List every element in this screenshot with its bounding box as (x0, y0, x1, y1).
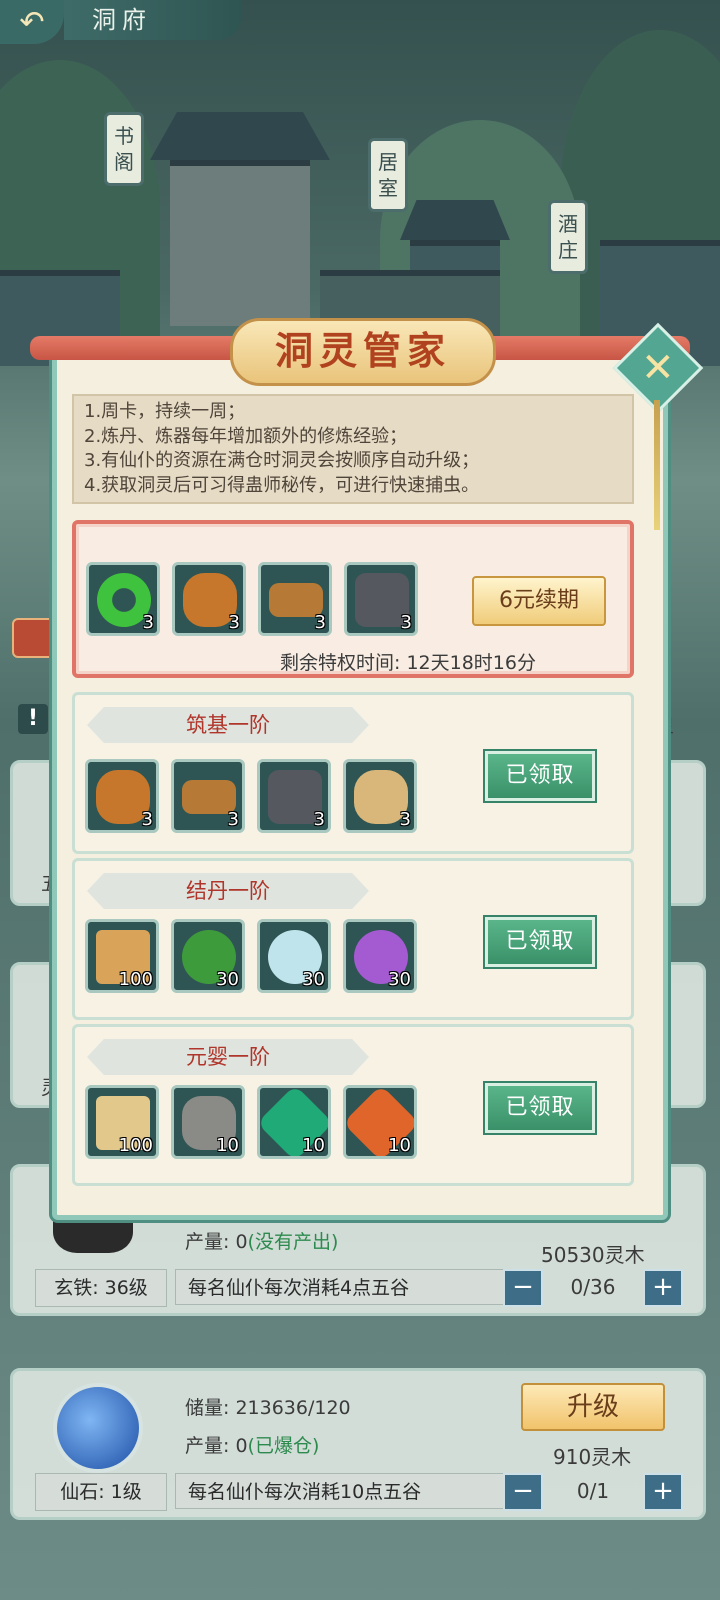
reward-slot[interactable]: 30 (343, 919, 417, 993)
item-count: 10 (388, 1135, 411, 1156)
tier-card-foundation: 筑基一阶 3 3 3 3 已领取 (72, 692, 634, 854)
rule-line: 4.获取洞灵后可习得蛊师秘传，可进行快速捕虫。 (84, 474, 480, 496)
reward-slot[interactable]: 3 (258, 562, 332, 636)
servant-count: 0/1 (576, 1479, 610, 1503)
rule-line: 3.有仙仆的资源在满仓时洞灵会按顺序自动升级； (84, 450, 480, 471)
reward-slot[interactable]: 30 (171, 919, 245, 993)
item-count: 10 (216, 1135, 239, 1156)
reward-slot[interactable]: 10 (257, 1085, 331, 1159)
storage-label: 储量: 213636/120 (185, 1397, 351, 1419)
item-count: 3 (227, 809, 239, 830)
claimed-button[interactable]: 已领取 (485, 1083, 595, 1133)
consume-text: 每名仙仆每次消耗10点五谷 (175, 1473, 515, 1509)
reward-slot[interactable]: 30 (257, 919, 331, 993)
remaining-time: 剩余特权时间: 12天18时16分 (280, 652, 536, 674)
upgrade-cost: 910灵木 (553, 1445, 632, 1469)
spirit-stone-icon (53, 1383, 143, 1473)
pagoda (170, 160, 310, 326)
reward-slot[interactable]: 10 (343, 1085, 417, 1159)
resource-name-level: 仙石: 1级 (35, 1473, 167, 1511)
item-count: 10 (302, 1135, 325, 1156)
reward-slot[interactable]: 3 (171, 759, 245, 833)
plus-button[interactable]: + (643, 1269, 683, 1307)
alert-icon[interactable]: ! (18, 704, 48, 734)
tier-label: 筑基一阶 (87, 707, 369, 743)
item-count: 3 (399, 809, 411, 830)
resource-name-level: 玄铁: 36级 (35, 1269, 167, 1307)
tassel-decoration (654, 400, 660, 530)
item-count: 30 (302, 969, 325, 990)
dialog-title: 洞灵管家 (230, 318, 496, 386)
building-sign-winery[interactable]: 酒庄 (548, 200, 588, 274)
building-sign-library[interactable]: 书阁 (104, 112, 144, 186)
reward-slot[interactable]: 3 (172, 562, 246, 636)
close-icon: ✕ (641, 344, 675, 391)
rule-line: 2.炼丹、炼器每年增加额外的修炼经验； (84, 425, 408, 447)
reward-slot[interactable]: 3 (85, 759, 159, 833)
item-count: 3 (313, 809, 325, 830)
minus-button[interactable]: − (503, 1473, 543, 1511)
item-count: 3 (314, 612, 326, 633)
reward-slot[interactable]: 3 (344, 562, 418, 636)
item-count: 3 (400, 612, 412, 633)
pagoda-roof (150, 112, 330, 160)
back-arrow-icon: ↶ (19, 4, 45, 40)
consume-text: 每名仙仆每次消耗4点五谷 (175, 1269, 515, 1305)
item-count: 3 (228, 612, 240, 633)
plus-button[interactable]: + (643, 1473, 683, 1511)
rule-line: 1.周卡，持续一周； (84, 401, 246, 422)
upgrade-cost: 50530灵木 (541, 1243, 645, 1267)
item-count: 100 (118, 1135, 153, 1156)
item-count: 3 (142, 612, 154, 633)
tier-label: 元婴一阶 (87, 1039, 369, 1075)
side-video-button[interactable] (12, 618, 56, 658)
tier-card-nascent: 元婴一阶 100 10 10 10 已领取 (72, 1024, 634, 1186)
rules-box: 1.周卡，持续一周； 2.炼丹、炼器每年增加额外的修炼经验； 3.有仙仆的资源在… (72, 394, 634, 504)
resource-row-spirit-stone: 储量: 213636/120 产量: 0(已爆仓) 升级 910灵木 仙石: 1… (10, 1368, 706, 1520)
upgrade-button[interactable]: 升级 (521, 1383, 665, 1431)
item-count: 30 (388, 969, 411, 990)
minus-button[interactable]: − (503, 1269, 543, 1307)
building-sign-room[interactable]: 居室 (368, 138, 408, 212)
reward-slot[interactable]: 100 (85, 1085, 159, 1159)
page-title: 洞府 (64, 0, 242, 40)
servant-count: 0/36 (570, 1275, 616, 1299)
claimed-button[interactable]: 已领取 (485, 917, 595, 967)
renew-button[interactable]: 6元续期 (472, 576, 606, 626)
reward-slot[interactable]: 3 (343, 759, 417, 833)
output-label: 产量: 0(已爆仓) (185, 1435, 320, 1457)
premium-card: 3 3 3 3 6元续期 剩余特权时间: 12天18时16分 (72, 520, 634, 678)
claimed-button[interactable]: 已领取 (485, 751, 595, 801)
item-count: 100 (118, 969, 153, 990)
reward-slot[interactable]: 100 (85, 919, 159, 993)
item-count: 30 (216, 969, 239, 990)
tier-label: 结丹一阶 (87, 873, 369, 909)
item-count: 3 (141, 809, 153, 830)
output-label: 产量: 0(没有产出) (185, 1231, 339, 1253)
reward-slot[interactable]: 10 (171, 1085, 245, 1159)
reward-slot[interactable]: 3 (257, 759, 331, 833)
tier-card-core: 结丹一阶 100 30 30 30 已领取 (72, 858, 634, 1020)
dialog-title-banner: 洞灵管家 (30, 318, 690, 386)
reward-slot[interactable]: 3 (86, 562, 160, 636)
